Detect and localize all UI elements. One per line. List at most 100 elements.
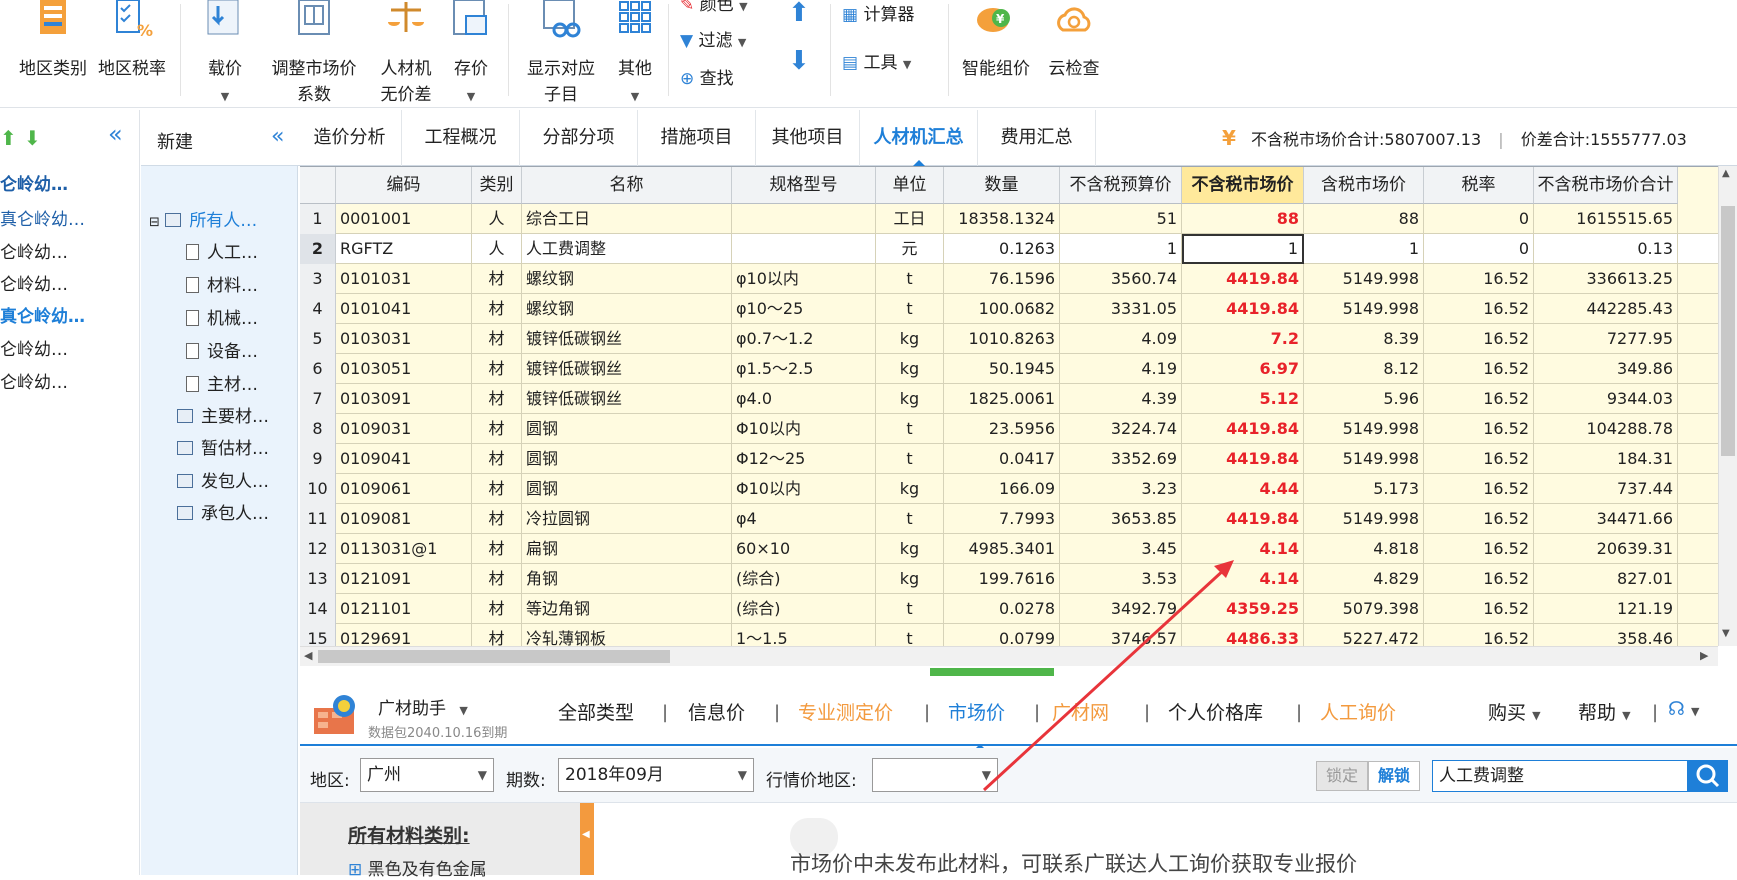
splitter-handle[interactable] — [930, 668, 1054, 676]
table-cell[interactable]: 人 — [472, 204, 522, 234]
table-cell[interactable]: t — [876, 594, 944, 624]
table-row[interactable]: 1 0001001 人综合工日 工日 18358.1324 51 88 88 0 1615515.… — [300, 204, 1718, 234]
panel-collapse-handle[interactable]: ◀ — [580, 803, 594, 875]
link-personal-library[interactable]: 个人价格库 — [1168, 698, 1263, 725]
table-cell[interactable]: 16.52 — [1424, 384, 1534, 414]
table-cell[interactable]: (综合) — [732, 594, 876, 624]
table-cell[interactable]: 圆钢 — [522, 414, 732, 444]
tree-item-contractor[interactable]: 承包人… — [177, 499, 269, 524]
table-cell[interactable]: 人 — [472, 234, 522, 264]
move-up-button[interactable]: ⬆ — [788, 0, 810, 26]
table-cell[interactable]: 4985.3401 — [944, 534, 1060, 564]
nav-item[interactable]: 仑岭幼… — [0, 335, 68, 360]
table-cell[interactable]: 34471.66 — [1534, 504, 1678, 534]
tree-item-labor[interactable]: 人工… — [186, 238, 258, 263]
table-cell[interactable]: 16.52 — [1424, 594, 1534, 624]
tab-fee-summary[interactable]: 费用汇总 — [978, 110, 1096, 166]
table-cell[interactable]: 16.52 — [1424, 294, 1534, 324]
table-cell[interactable]: 336613.25 — [1534, 264, 1678, 294]
table-cell[interactable]: 7.2 — [1182, 324, 1304, 354]
table-cell[interactable]: 镀锌低碳钢丝 — [522, 354, 732, 384]
table-cell[interactable] — [732, 204, 876, 234]
arrow-down-icon[interactable]: ⬇ — [24, 126, 41, 150]
link-all-types[interactable]: 全部类型 — [558, 698, 634, 725]
table-cell[interactable]: 扁钢 — [522, 534, 732, 564]
tab-cost-analysis[interactable]: 造价分析 — [298, 110, 402, 166]
table-cell[interactable]: t — [876, 414, 944, 444]
rcj-no-diff-button[interactable]: 人材机 无价差 — [376, 0, 436, 108]
table-cell[interactable]: φ4 — [732, 504, 876, 534]
table-cell[interactable]: 圆钢 — [522, 474, 732, 504]
find-button[interactable]: ⊕ 查找 — [680, 66, 734, 92]
table-cell[interactable]: 3653.85 — [1060, 504, 1182, 534]
table-cell[interactable]: kg — [876, 354, 944, 384]
table-cell[interactable]: kg — [876, 324, 944, 354]
table-cell[interactable]: 16.52 — [1424, 414, 1534, 444]
calculator-button[interactable]: ▦ 计算器 — [842, 2, 914, 28]
link-info-price[interactable]: 信息价 — [688, 698, 745, 725]
table-row[interactable]: 7 0103091 材镀锌低碳钢丝 φ4.0 kg 1825.0061 4.39 5.12 5.… — [300, 384, 1718, 414]
table-cell[interactable]: 737.44 — [1534, 474, 1678, 504]
table-cell[interactable]: 0.1263 — [944, 234, 1060, 264]
table-cell[interactable]: 16.52 — [1424, 534, 1534, 564]
table-row[interactable]: 15 0129691 材冷轧薄钢板 1～1.5 t 0.0799 3746.57 4486.3… — [300, 624, 1718, 646]
table-cell[interactable]: 材 — [472, 414, 522, 444]
tree-item-key-material[interactable]: 主要材… — [177, 402, 269, 427]
table-cell[interactable]: 5.96 — [1304, 384, 1424, 414]
nav-item[interactable]: 仑岭幼… — [0, 368, 68, 393]
collapse-icon[interactable]: « — [108, 120, 123, 148]
table-cell[interactable]: 9344.03 — [1534, 384, 1678, 414]
column-header[interactable]: 名称 — [522, 167, 732, 204]
table-cell[interactable]: 0.0417 — [944, 444, 1060, 474]
table-cell[interactable]: 5149.998 — [1304, 294, 1424, 324]
table-cell[interactable]: 358.46 — [1534, 624, 1678, 646]
tab-other-items[interactable]: 其他项目 — [756, 110, 860, 166]
link-manual-inquiry[interactable]: 人工询价 — [1320, 698, 1396, 725]
table-cell[interactable]: 螺纹钢 — [522, 294, 732, 324]
color-button[interactable]: ✎ 颜色 ▼ — [680, 0, 748, 20]
market-region-select[interactable]: ▼ — [872, 758, 998, 792]
table-cell[interactable]: 0121101 — [336, 594, 472, 624]
table-cell[interactable]: 材 — [472, 294, 522, 324]
table-cell[interactable]: 0113031@1 — [336, 534, 472, 564]
table-cell[interactable]: 0 — [1424, 204, 1534, 234]
table-cell[interactable]: 16.52 — [1424, 624, 1534, 646]
save-price-button[interactable]: 存价 ▼ — [446, 0, 496, 110]
table-cell[interactable]: 16.52 — [1424, 354, 1534, 384]
period-select[interactable]: 2018年09月 ▼ — [558, 758, 754, 792]
table-cell[interactable]: 1825.0061 — [944, 384, 1060, 414]
table-cell[interactable]: 4.14 — [1182, 564, 1304, 594]
table-cell[interactable]: 6.97 — [1182, 354, 1304, 384]
adjust-market-price-button[interactable]: 调整市场价 系数 — [262, 0, 366, 108]
table-cell[interactable]: 材 — [472, 624, 522, 646]
collapse-toggle-icon[interactable]: ⊟ — [149, 215, 160, 230]
table-cell[interactable]: 材 — [472, 594, 522, 624]
table-cell[interactable]: 材 — [472, 534, 522, 564]
expand-icon[interactable]: ⊞ — [348, 860, 362, 880]
table-cell[interactable]: 1010.8263 — [944, 324, 1060, 354]
table-cell[interactable]: φ1.5～2.5 — [732, 354, 876, 384]
table-cell[interactable]: 4.39 — [1060, 384, 1182, 414]
table-cell[interactable]: 3.53 — [1060, 564, 1182, 594]
table-cell[interactable]: 4.829 — [1304, 564, 1424, 594]
table-cell[interactable]: 8.39 — [1304, 324, 1424, 354]
collapse-icon[interactable]: « — [271, 124, 284, 149]
table-cell[interactable]: 50.1945 — [944, 354, 1060, 384]
table-cell[interactable]: 0129691 — [336, 624, 472, 646]
tree-item-employer[interactable]: 发包人… — [177, 467, 269, 492]
row-number-header[interactable] — [300, 167, 336, 204]
table-cell[interactable]: 4359.25 — [1182, 594, 1304, 624]
table-cell[interactable]: t — [876, 624, 944, 646]
table-row[interactable]: 14 0121101 材等边角钢 (综合) t 0.0278 3492.79 4359.25 5… — [300, 594, 1718, 624]
new-button[interactable]: 新建 — [157, 128, 193, 154]
table-cell[interactable]: 材 — [472, 324, 522, 354]
table-cell[interactable]: φ10～25 — [732, 294, 876, 324]
table-cell[interactable]: 23.5956 — [944, 414, 1060, 444]
table-cell[interactable]: 349.86 — [1534, 354, 1678, 384]
search-button[interactable] — [1688, 760, 1728, 792]
table-cell[interactable]: 0101031 — [336, 264, 472, 294]
smart-price-button[interactable]: ¥ 智能组价 — [956, 0, 1036, 82]
column-header[interactable]: 类别 — [472, 167, 522, 204]
table-cell[interactable]: 材 — [472, 474, 522, 504]
table-cell[interactable]: 0109061 — [336, 474, 472, 504]
